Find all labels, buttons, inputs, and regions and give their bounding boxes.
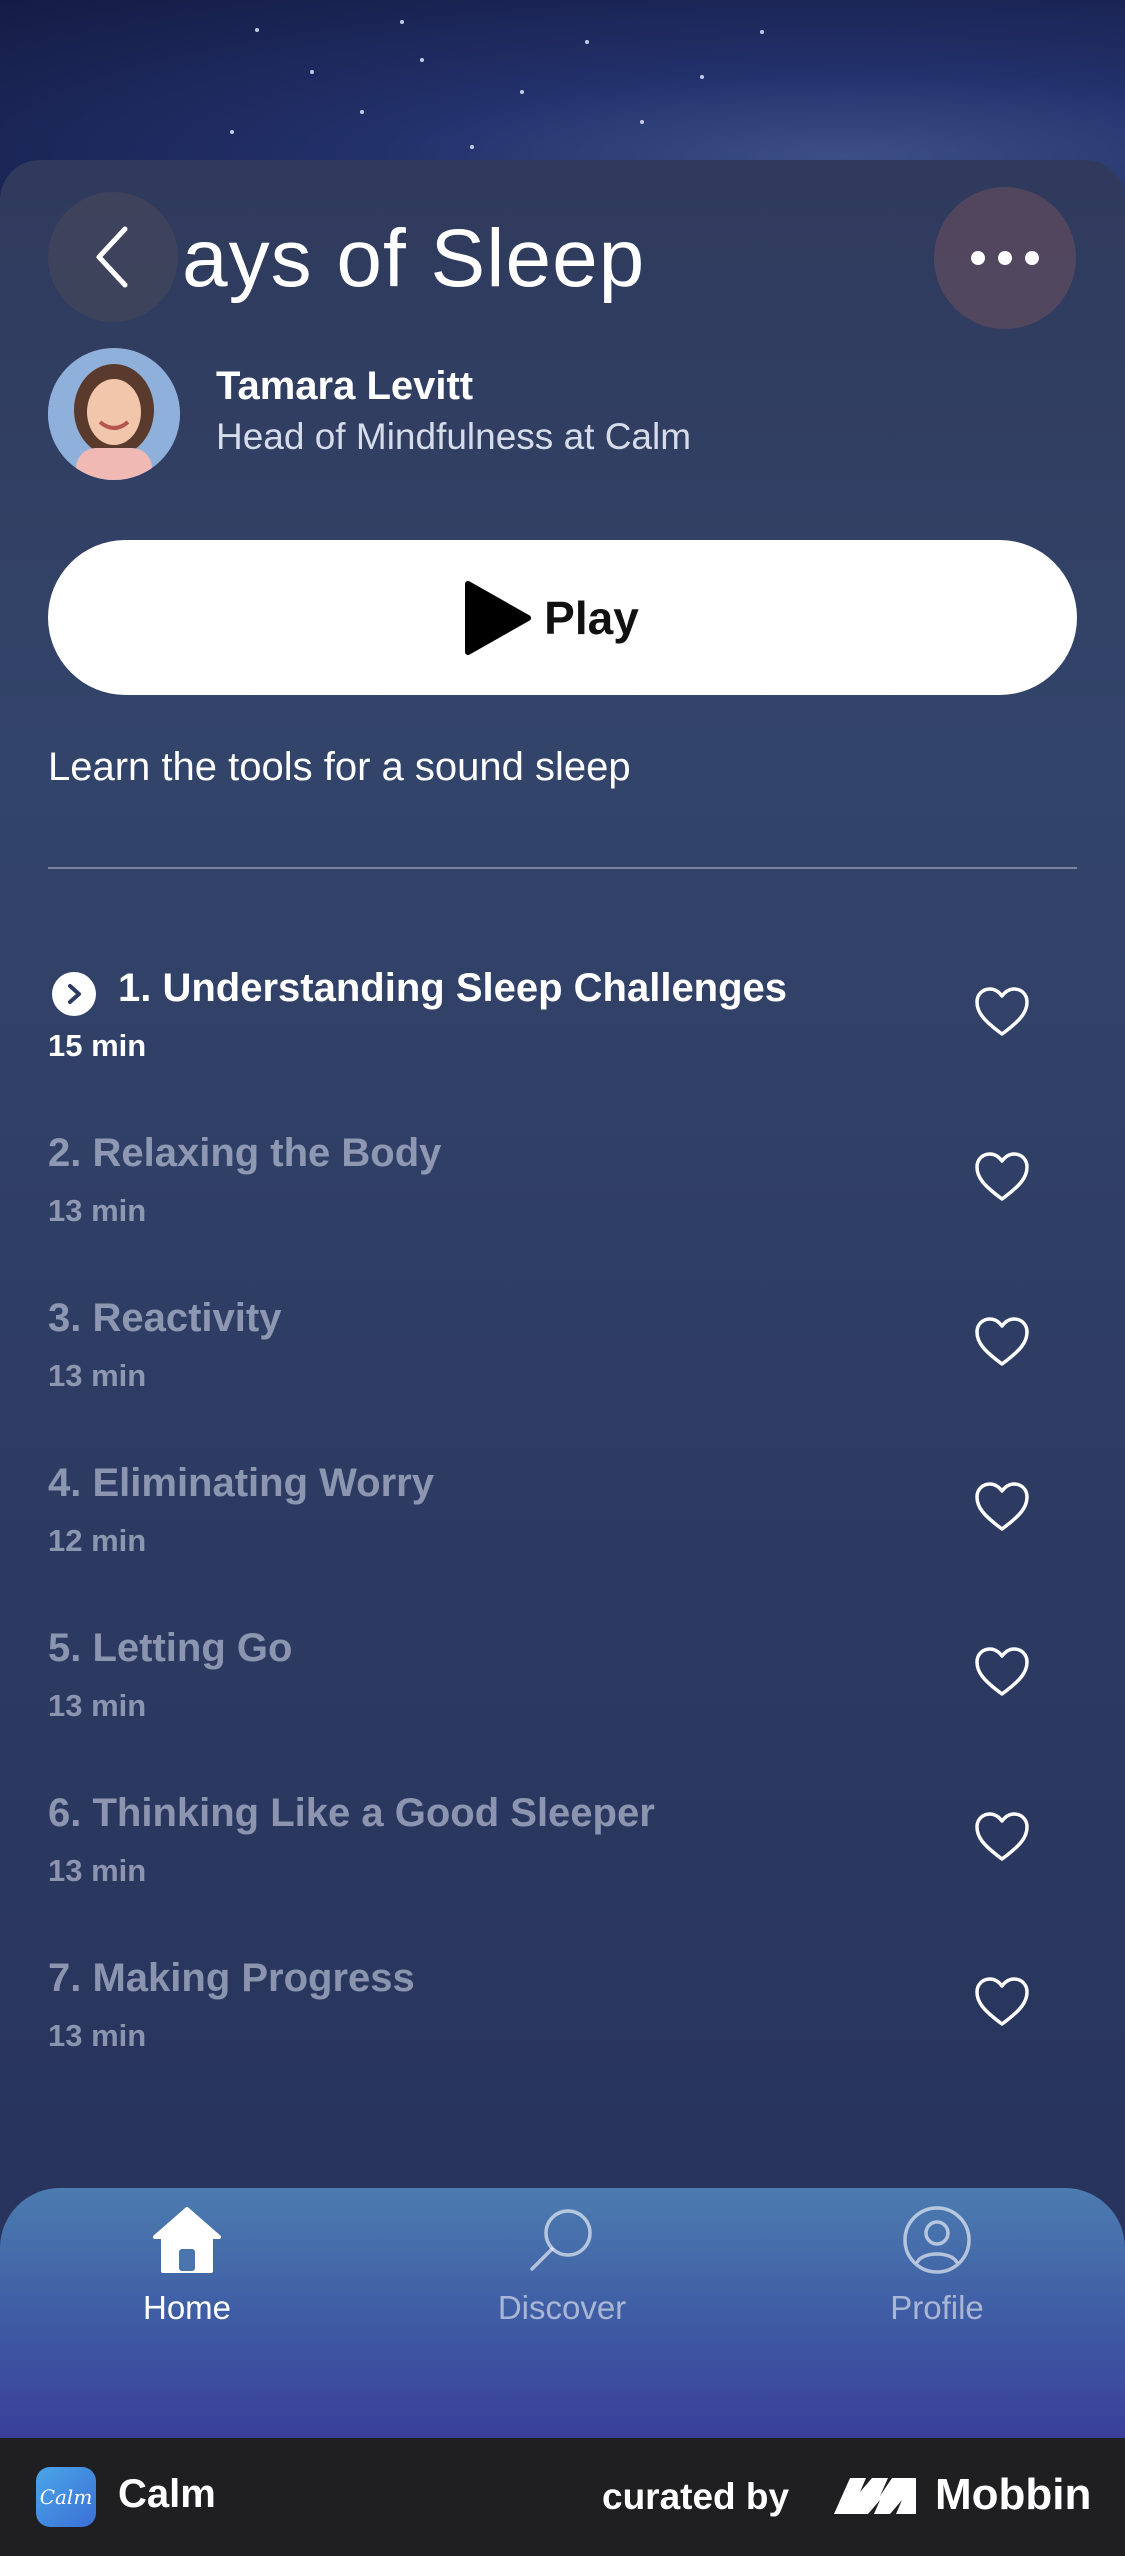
- tab-label: Profile: [890, 2289, 984, 2326]
- series-description: Learn the tools for a sound sleep: [48, 745, 631, 789]
- track-item-1[interactable]: 1. Understanding Sleep Challenges 15 min: [48, 966, 1077, 1106]
- page-title: ays of Sleep: [182, 213, 646, 304]
- avatar-portrait: [48, 348, 180, 480]
- search-icon: [530, 2209, 592, 2271]
- track-title: 6. Thinking Like a Good Sleeper: [48, 1791, 655, 1835]
- track-title: 3. Reactivity: [48, 1296, 282, 1340]
- track-duration: 15 min: [48, 1028, 147, 1063]
- play-button[interactable]: Play: [48, 540, 1077, 695]
- tab-discover[interactable]: Discover: [442, 2205, 682, 2345]
- track-title: 5. Letting Go: [48, 1626, 293, 1670]
- favorite-heart-icon[interactable]: [973, 1644, 1031, 1702]
- mobbin-brand: Mobbin: [935, 2470, 1092, 2519]
- favorite-heart-icon[interactable]: [973, 1809, 1031, 1867]
- curated-by-label: curated by: [602, 2476, 790, 2517]
- calm-app-icon: Calm: [36, 2467, 96, 2527]
- track-title: 1. Understanding Sleep Challenges: [118, 966, 788, 1010]
- profile-icon: [903, 2206, 971, 2274]
- favorite-heart-icon[interactable]: [973, 1479, 1031, 1537]
- track-item-5[interactable]: 5. Letting Go 13 min: [48, 1626, 1077, 1766]
- author-name[interactable]: Tamara Levitt: [216, 364, 473, 409]
- track-item-6[interactable]: 6. Thinking Like a Good Sleeper 13 min: [48, 1791, 1077, 1931]
- chevron-left-icon: [96, 226, 128, 288]
- tab-home[interactable]: Home: [67, 2205, 307, 2345]
- track-duration: 13 min: [48, 2018, 147, 2053]
- play-icon: [465, 581, 531, 655]
- tab-label: Discover: [497, 2289, 627, 2326]
- track-duration: 12 min: [48, 1523, 147, 1558]
- tab-label: Home: [142, 2289, 232, 2326]
- divider: [48, 867, 1077, 869]
- track-duration: 13 min: [48, 1853, 147, 1888]
- track-title: 4. Eliminating Worry: [48, 1461, 434, 1505]
- track-item-7[interactable]: 7. Making Progress 13 min: [48, 1956, 1077, 2096]
- track-item-4[interactable]: 4. Eliminating Worry 12 min: [48, 1461, 1077, 1601]
- favorite-heart-icon[interactable]: [973, 1149, 1031, 1207]
- home-icon: [153, 2207, 221, 2273]
- track-duration: 13 min: [48, 1688, 147, 1723]
- mobbin-logo-icon: [834, 2478, 916, 2514]
- track-duration: 13 min: [48, 1193, 147, 1228]
- author-role: Head of Mindfulness at Calm: [216, 416, 692, 457]
- track-item-2[interactable]: 2. Relaxing the Body 13 min: [48, 1131, 1077, 1271]
- favorite-heart-icon[interactable]: [973, 1974, 1031, 2032]
- back-button[interactable]: [48, 192, 178, 322]
- more-options-button[interactable]: [934, 187, 1076, 329]
- favorite-heart-icon[interactable]: [973, 1314, 1031, 1372]
- favorite-heart-icon[interactable]: [973, 984, 1031, 1042]
- track-item-3[interactable]: 3. Reactivity 13 min: [48, 1296, 1077, 1436]
- track-title: 2. Relaxing the Body: [48, 1131, 442, 1175]
- author-avatar[interactable]: [48, 348, 180, 480]
- ellipsis-icon: [971, 251, 1039, 265]
- play-button-label: Play: [544, 591, 639, 644]
- tab-profile[interactable]: Profile: [817, 2205, 1057, 2345]
- track-duration: 13 min: [48, 1358, 147, 1393]
- track-title: 7. Making Progress: [48, 1956, 415, 2000]
- app-name: Calm: [118, 2472, 216, 2516]
- now-playing-icon: [52, 972, 96, 1016]
